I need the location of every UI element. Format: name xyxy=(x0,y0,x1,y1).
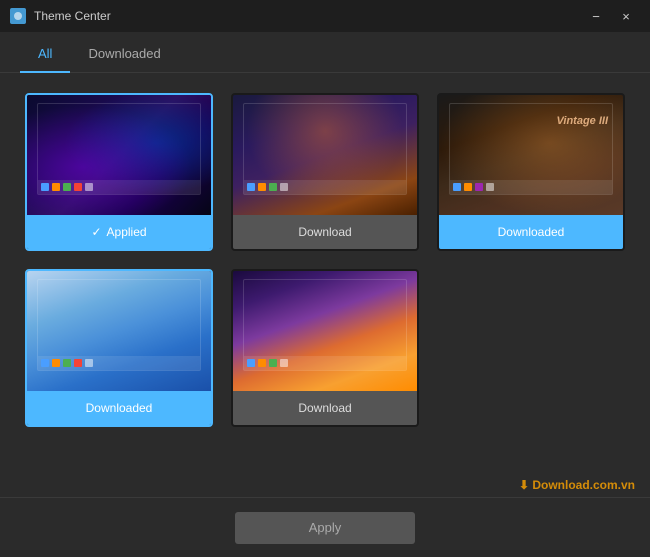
theme-card-galaxy[interactable]: ✓ Applied xyxy=(25,93,213,251)
theme-card-meteor[interactable]: Download xyxy=(231,93,419,251)
fake-taskbar-galaxy xyxy=(38,180,200,194)
theme-card-sunset[interactable]: Download xyxy=(231,269,419,427)
check-icon: ✓ xyxy=(91,225,101,239)
fake-icon xyxy=(247,183,255,191)
label-text: Applied xyxy=(107,225,147,239)
theme-label-warrior: Downloaded xyxy=(439,215,623,249)
title-bar-left: Theme Center xyxy=(10,8,111,24)
bottom-bar: Apply xyxy=(0,497,650,557)
fake-icon xyxy=(41,359,49,367)
theme-label-sunset: Download xyxy=(233,391,417,425)
title-bar: Theme Center − × xyxy=(0,0,650,32)
close-button[interactable]: × xyxy=(612,5,640,27)
fake-icon xyxy=(464,183,472,191)
tab-all[interactable]: All xyxy=(20,36,70,73)
fake-icon xyxy=(41,183,49,191)
fake-screen-butterfly xyxy=(37,279,201,371)
fake-screen-meteor xyxy=(243,103,407,195)
minimize-button[interactable]: − xyxy=(582,5,610,27)
fake-icon xyxy=(74,359,82,367)
fake-icon xyxy=(486,183,494,191)
preview-bg-galaxy xyxy=(27,95,211,215)
theme-label-galaxy: ✓ Applied xyxy=(27,215,211,249)
fake-icon xyxy=(453,183,461,191)
theme-card-butterfly[interactable]: Downloaded xyxy=(25,269,213,427)
theme-label-butterfly: Downloaded xyxy=(27,391,211,425)
fake-screen-warrior xyxy=(449,103,613,195)
fake-icon xyxy=(52,359,60,367)
theme-preview-galaxy xyxy=(27,95,211,215)
preview-bg-sunset xyxy=(233,271,417,391)
tab-downloaded[interactable]: Downloaded xyxy=(70,36,178,73)
fake-icon xyxy=(247,359,255,367)
fake-taskbar-sunset xyxy=(244,356,406,370)
fake-icon xyxy=(63,183,71,191)
app-icon xyxy=(10,8,26,24)
fake-icon xyxy=(63,359,71,367)
preview-bg-meteor xyxy=(233,95,417,215)
fake-icon xyxy=(475,183,483,191)
preview-bg-warrior: Vintage III xyxy=(439,95,623,215)
fake-icon xyxy=(85,359,93,367)
fake-icon xyxy=(258,183,266,191)
theme-preview-meteor xyxy=(233,95,417,215)
fake-screen-sunset xyxy=(243,279,407,371)
fake-taskbar-meteor xyxy=(244,180,406,194)
theme-grid: ✓ Applied Download xyxy=(0,73,650,447)
fake-icon xyxy=(52,183,60,191)
fake-taskbar-butterfly xyxy=(38,356,200,370)
fake-icon xyxy=(85,183,93,191)
watermark: ⬇ Download.com.vn xyxy=(519,478,635,492)
tab-bar: All Downloaded xyxy=(0,36,650,73)
title-bar-controls: − × xyxy=(582,5,640,27)
fake-icon xyxy=(269,183,277,191)
preview-bg-butterfly xyxy=(27,271,211,391)
fake-screen-galaxy xyxy=(37,103,201,195)
label-text: Download xyxy=(298,401,351,415)
apply-button[interactable]: Apply xyxy=(235,512,415,544)
fake-icon xyxy=(74,183,82,191)
fake-icon xyxy=(280,183,288,191)
fake-icon xyxy=(269,359,277,367)
theme-label-meteor: Download xyxy=(233,215,417,249)
theme-preview-warrior: Vintage III xyxy=(439,95,623,215)
fake-icon xyxy=(280,359,288,367)
theme-preview-butterfly xyxy=(27,271,211,391)
label-text: Downloaded xyxy=(498,225,565,239)
theme-preview-sunset xyxy=(233,271,417,391)
app-title: Theme Center xyxy=(34,9,111,23)
fake-icon xyxy=(258,359,266,367)
label-text: Downloaded xyxy=(86,401,153,415)
theme-card-warrior[interactable]: Vintage III Downloaded xyxy=(437,93,625,251)
label-text: Download xyxy=(298,225,351,239)
fake-taskbar-warrior xyxy=(450,180,612,194)
